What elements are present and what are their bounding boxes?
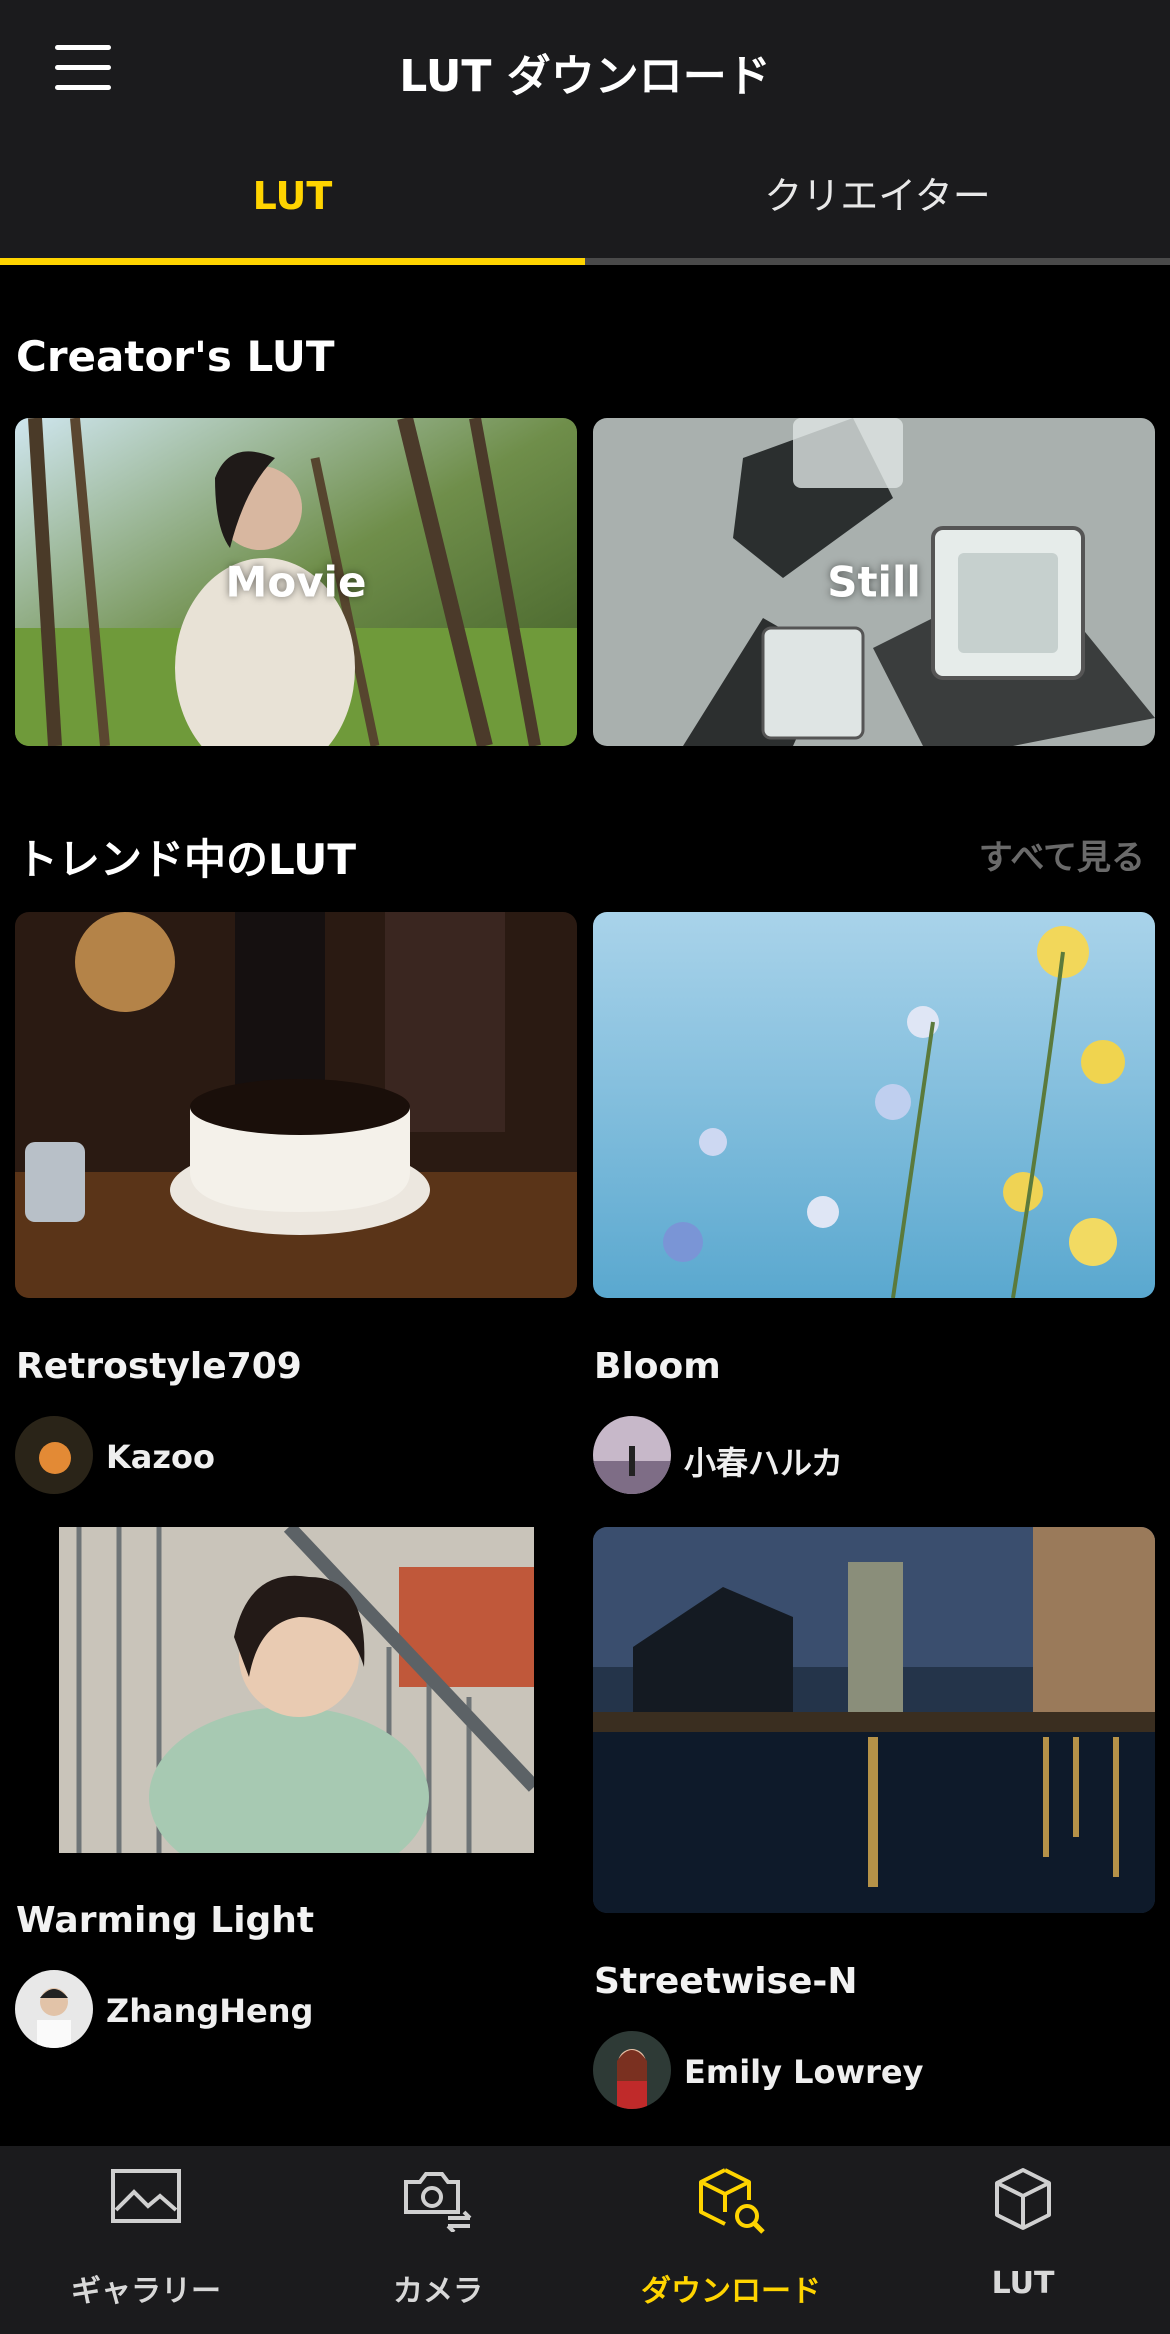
nav-download[interactable]: ダウンロード <box>585 2146 877 2334</box>
author-name[interactable]: Kazoo <box>106 1438 215 1476</box>
avatar[interactable] <box>593 1416 671 1494</box>
warming-light-image[interactable] <box>59 1527 534 1853</box>
tab-active-indicator <box>0 258 585 265</box>
retrostyle-image[interactable] <box>15 912 577 1298</box>
tab-creator[interactable]: クリエイター <box>585 140 1170 258</box>
streetwise-image[interactable] <box>593 1527 1155 1913</box>
bottom-nav: ギャラリー カメラ ダウンロード LUT <box>0 2146 1170 2334</box>
item-name[interactable]: Bloom <box>594 1346 721 1387</box>
item-name[interactable]: Warming Light <box>16 1900 314 1941</box>
page-title: LUT ダウンロード <box>399 51 771 102</box>
nav-camera[interactable]: カメラ <box>292 2146 584 2334</box>
nav-gallery-label: ギャラリー <box>71 2274 221 2309</box>
see-all-link[interactable]: すべて見る <box>979 830 1145 879</box>
movie-card-label: Movie <box>225 557 367 607</box>
camera-switch-icon <box>404 2172 472 2232</box>
tab-track <box>585 258 1170 265</box>
item-name[interactable]: Streetwise-N <box>594 1961 857 2002</box>
tab-lut[interactable]: LUT <box>0 140 585 258</box>
cube-icon <box>995 2168 1051 2230</box>
avatar[interactable] <box>593 2031 671 2109</box>
avatar[interactable] <box>15 1970 93 2048</box>
nav-camera-label: カメラ <box>393 2274 483 2309</box>
avatar[interactable] <box>15 1416 93 1494</box>
tab-bar: LUT クリエイター <box>0 140 1170 265</box>
author-name[interactable]: ZhangHeng <box>106 1992 313 2030</box>
trending-lut-title: トレンド中のLUT <box>16 835 357 884</box>
nav-download-label: ダウンロード <box>641 2274 821 2309</box>
movie-card[interactable]: Movie <box>15 418 577 746</box>
bloom-image[interactable] <box>593 912 1155 1298</box>
creators-lut-title: Creator's LUT <box>16 332 335 381</box>
still-card-label: Still <box>827 557 921 607</box>
author-name[interactable]: Emily Lowrey <box>684 2053 923 2091</box>
still-card[interactable]: Still <box>593 418 1155 746</box>
nav-gallery[interactable]: ギャラリー <box>0 2146 292 2334</box>
download-search-icon <box>699 2168 765 2234</box>
gallery-icon <box>111 2169 181 2223</box>
nav-lut-label: LUT <box>991 2266 1055 2301</box>
nav-lut[interactable]: LUT <box>877 2146 1169 2334</box>
app-header: LUT ダウンロード <box>0 0 1170 140</box>
author-name[interactable]: 小春ハルカ <box>684 1438 843 1484</box>
item-name[interactable]: Retrostyle709 <box>16 1346 302 1387</box>
